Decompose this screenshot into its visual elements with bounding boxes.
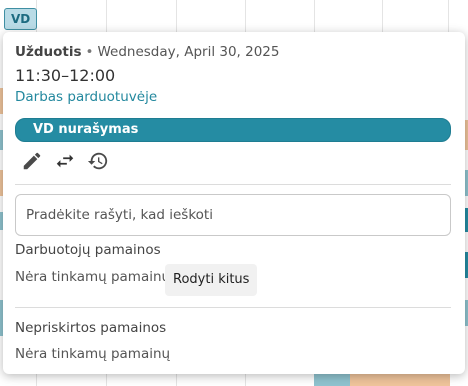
- event-block[interactable]: [350, 374, 450, 386]
- event-header: Užduotis • Wednesday, April 30, 2025: [15, 44, 279, 60]
- employee-shifts-empty: Nėra tinkamų pamainų: [15, 269, 171, 285]
- divider: [15, 307, 451, 308]
- divider: [15, 184, 451, 185]
- search-input[interactable]: [15, 194, 451, 236]
- show-more-button[interactable]: Rodyti kitus: [165, 264, 258, 296]
- event-block[interactable]: [314, 374, 350, 386]
- unassigned-shifts-empty: Nėra tinkamų pamainų: [15, 346, 171, 362]
- event-details-popup: Užduotis • Wednesday, April 30, 2025 11:30…: [3, 32, 465, 374]
- employee-shifts-title: Darbuotojų pamainos: [15, 242, 161, 258]
- event-date: Wednesday, April 30, 2025: [97, 44, 280, 60]
- event-chip-vd[interactable]: VD: [4, 8, 38, 30]
- swap-arrows-icon[interactable]: [54, 150, 76, 172]
- event-tag[interactable]: VD nurašymas: [15, 118, 451, 142]
- separator: •: [85, 44, 94, 60]
- pencil-icon[interactable]: [21, 150, 43, 172]
- unassigned-shifts-title: Nepriskirtos pamainos: [15, 320, 167, 336]
- event-type-label: Užduotis: [15, 44, 82, 60]
- event-location: Darbas parduotuvėje: [15, 89, 158, 105]
- event-time: 11:30–12:00: [15, 66, 116, 85]
- history-icon[interactable]: [87, 150, 109, 172]
- event-tag-label: VD nurašymas: [33, 122, 139, 137]
